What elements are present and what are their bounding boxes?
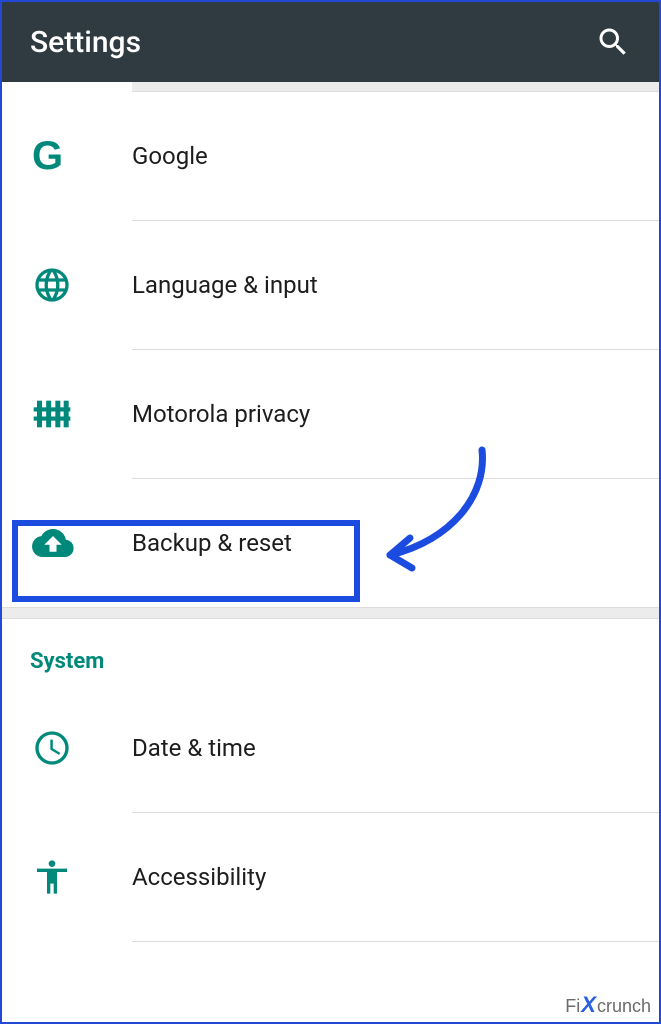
settings-item-label: Date & time bbox=[132, 734, 256, 762]
page-title: Settings bbox=[30, 25, 141, 60]
settings-item-backup-reset[interactable]: Backup & reset bbox=[2, 479, 659, 607]
section-divider bbox=[2, 607, 659, 619]
divider bbox=[132, 941, 659, 942]
settings-item-google[interactable]: G Google bbox=[2, 92, 659, 220]
top-divider bbox=[132, 82, 659, 92]
clock-icon bbox=[32, 728, 132, 768]
settings-item-language-input[interactable]: Language & input bbox=[2, 221, 659, 349]
section-title-system: System bbox=[2, 619, 659, 684]
globe-icon bbox=[32, 265, 132, 305]
watermark-pre: Fi bbox=[565, 996, 580, 1017]
settings-item-label: Accessibility bbox=[132, 863, 266, 891]
watermark: FiXcrunch bbox=[565, 992, 651, 1018]
cloud-upload-icon bbox=[32, 522, 132, 564]
watermark-x-icon: X bbox=[581, 992, 596, 1018]
google-icon: G bbox=[32, 136, 132, 176]
settings-item-motorola-privacy[interactable]: Motorola privacy bbox=[2, 350, 659, 478]
header-bar: Settings bbox=[2, 2, 659, 82]
watermark-post: crunch bbox=[597, 996, 651, 1017]
settings-item-date-time[interactable]: Date & time bbox=[2, 684, 659, 812]
accessibility-icon bbox=[32, 857, 132, 897]
system-list: Date & time Accessibility bbox=[2, 684, 659, 942]
settings-item-label: Motorola privacy bbox=[132, 400, 310, 428]
settings-item-label: Google bbox=[132, 142, 208, 170]
fence-icon bbox=[32, 394, 132, 434]
settings-list: G Google Language & input Motorola priva… bbox=[2, 92, 659, 607]
settings-item-label: Backup & reset bbox=[132, 529, 292, 557]
settings-item-accessibility[interactable]: Accessibility bbox=[2, 813, 659, 941]
settings-item-label: Language & input bbox=[132, 271, 318, 299]
search-icon[interactable] bbox=[595, 24, 631, 60]
